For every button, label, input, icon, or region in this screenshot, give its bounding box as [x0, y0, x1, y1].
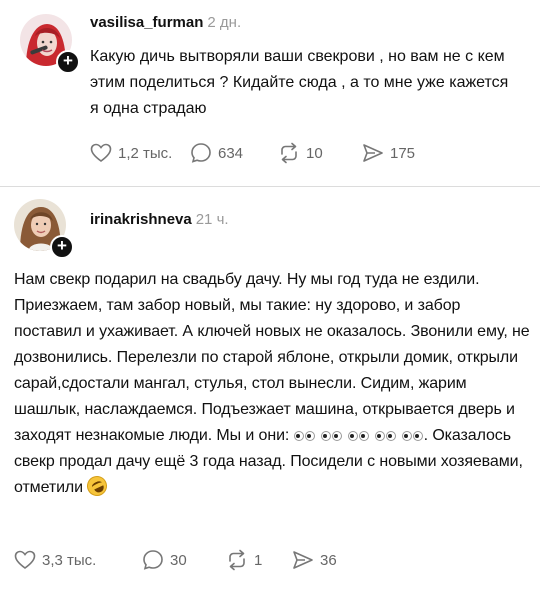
eye-icon [293, 431, 304, 441]
eye-icon [374, 431, 385, 441]
repost-icon [229, 549, 245, 571]
eye-icon [320, 431, 331, 441]
post-text: Нам свекр подарил на свадьбу дачу. Ну мы… [14, 267, 530, 501]
eye-icon [304, 431, 315, 441]
post-time: 21 ч. [195, 211, 229, 228]
heart-icon [14, 550, 36, 569]
follow-plus-icon[interactable]: + [50, 235, 74, 259]
eye-icon [347, 431, 358, 441]
share-count: 36 [320, 551, 337, 569]
like-button[interactable]: 1,2 тыс. [90, 143, 190, 163]
eye-icon [358, 431, 369, 441]
eye-icon [331, 431, 342, 441]
repost-count: 10 [306, 144, 323, 162]
share-count: 175 [390, 144, 416, 162]
repost-button[interactable]: 1 [226, 549, 292, 571]
post-actions: 3,3 тыс. 30 1 36 [14, 549, 337, 571]
like-count: 3,3 тыс. [42, 551, 97, 569]
eye-icon [401, 431, 412, 441]
avatar-container[interactable]: + [20, 14, 80, 74]
heart-icon [90, 143, 112, 162]
like-button[interactable]: 3,3 тыс. [14, 550, 142, 570]
repost-button[interactable]: 10 [278, 142, 362, 164]
post-time: 2 дн. [207, 14, 242, 31]
eye-icon [385, 431, 396, 441]
post-header: irinakrishneva 21 ч. [90, 211, 229, 228]
post: + irinakrishneva 21 ч. Нам свекр подарил … [0, 186, 540, 571]
comment-bubble-icon [191, 143, 211, 163]
eyes-emoji-group [293, 423, 424, 449]
username[interactable]: vasilisa_furman [90, 14, 203, 31]
avatar-container[interactable]: + [14, 199, 74, 259]
comment-bubble-icon [143, 550, 163, 570]
eye-icon [412, 431, 423, 441]
comment-button[interactable]: 634 [190, 142, 278, 164]
send-icon [293, 551, 313, 569]
repost-count: 1 [254, 551, 263, 569]
repost-icon [281, 142, 297, 164]
send-icon [363, 144, 383, 162]
comment-count: 30 [170, 551, 187, 569]
follow-plus-icon[interactable]: + [56, 50, 80, 74]
like-count: 1,2 тыс. [118, 144, 173, 162]
post-header: vasilisa_furman 2 дн. [90, 14, 241, 31]
post-actions: 1,2 тыс. 634 10 175 [90, 142, 415, 164]
comment-count: 634 [218, 144, 244, 162]
post-text-part1: Нам свекр подарил на свадьбу дачу. Ну мы… [14, 271, 530, 444]
rofl-emoji-icon [84, 472, 111, 500]
username[interactable]: irinakrishneva [90, 211, 192, 228]
share-button[interactable]: 36 [292, 550, 337, 570]
comment-button[interactable]: 30 [142, 549, 226, 571]
post-text: Какую дичь вытворяли ваши свекрови , но … [90, 48, 509, 117]
share-button[interactable]: 175 [362, 143, 415, 163]
